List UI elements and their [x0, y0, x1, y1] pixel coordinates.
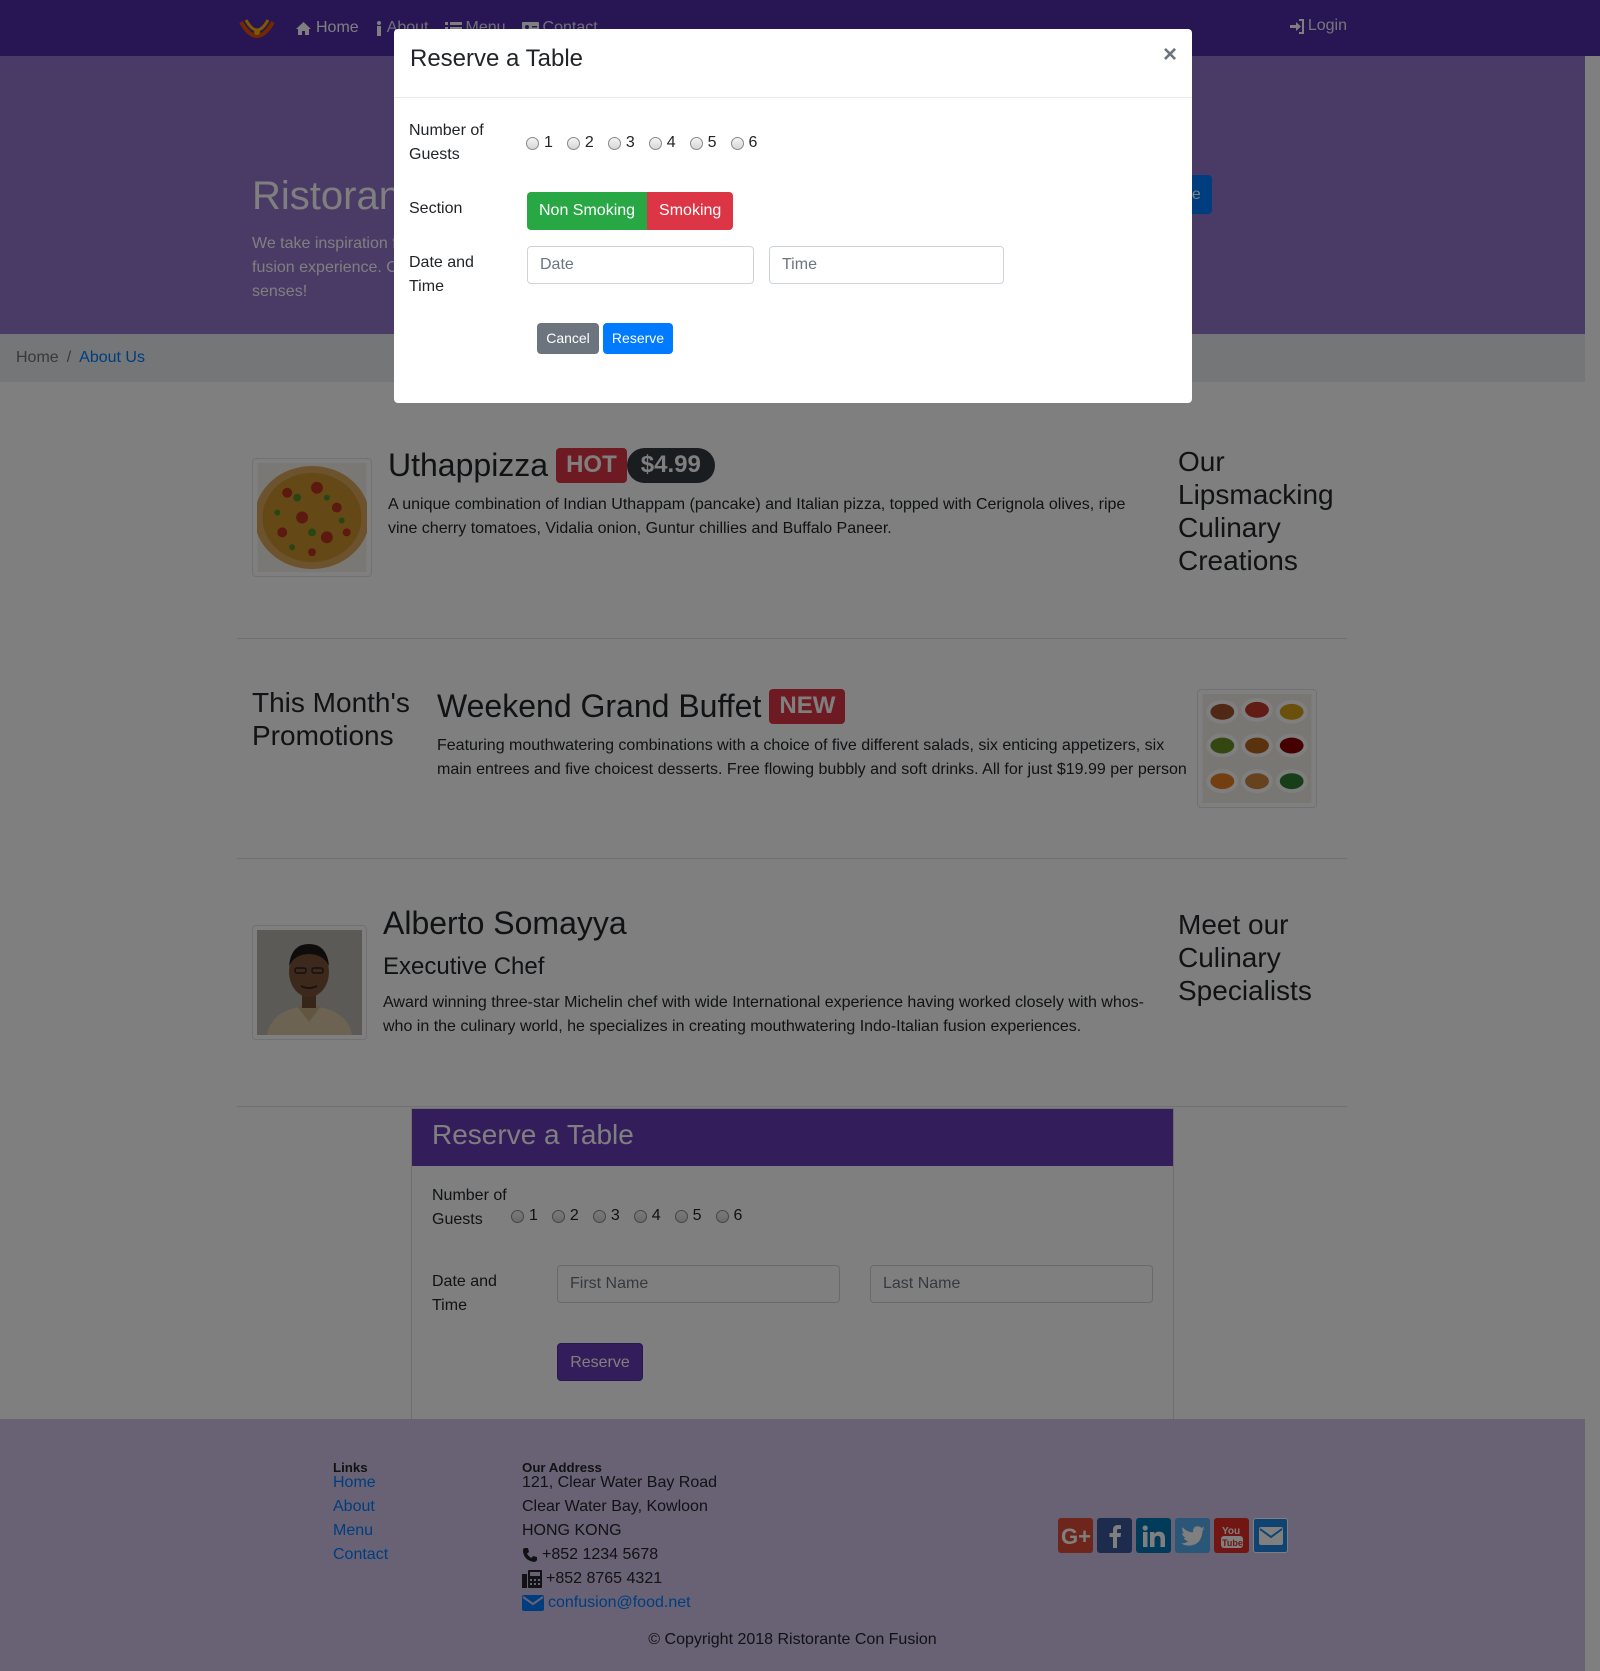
time-input[interactable]: Time	[769, 246, 1004, 284]
date-input[interactable]: Date	[527, 246, 754, 284]
modal-title: Reserve a Table	[410, 45, 583, 72]
modal-guest-option: 2	[584, 134, 594, 151]
modal-section-label: Section	[409, 200, 463, 217]
radio-button[interactable]	[730, 136, 744, 150]
radio-button[interactable]	[526, 136, 539, 150]
cancel-button[interactable]: Cancel	[537, 323, 599, 354]
smoking-button[interactable]: Smoking	[647, 192, 734, 230]
reserve-modal: Reserve a Table × Number of Guests 1 2 3…	[394, 29, 1192, 403]
modal-guest-radio-1[interactable]: 1	[526, 134, 553, 152]
modal-guest-radio-5[interactable]: 5	[689, 134, 717, 152]
non-smoking-button[interactable]: Non Smoking	[527, 192, 648, 230]
radio-button[interactable]	[607, 136, 621, 150]
modal-guest-option: 5	[707, 134, 717, 151]
modal-guest-radio-3[interactable]: 3	[607, 134, 635, 152]
modal-guest-option: 1	[544, 134, 553, 151]
modal-guest-radio-4[interactable]: 4	[648, 134, 676, 152]
radio-button[interactable]	[566, 136, 580, 150]
modal-guests-label: Number of Guests	[409, 122, 484, 163]
radio-button[interactable]	[689, 136, 703, 150]
modal-reserve-button[interactable]: Reserve	[603, 323, 673, 354]
radio-button[interactable]	[648, 136, 662, 150]
modal-header: Reserve a Table ×	[394, 29, 1192, 98]
modal-guests-radio-group: 1 2 3 4 5 6	[526, 134, 757, 152]
close-icon[interactable]: ×	[1163, 41, 1177, 69]
section-toggle-group: Non Smoking Smoking	[527, 192, 734, 230]
modal-datetime-label: Date and Time	[409, 254, 474, 295]
modal-guest-option: 4	[666, 134, 676, 151]
modal-guest-option: 3	[625, 134, 635, 151]
modal-guest-radio-6[interactable]: 6	[730, 134, 758, 152]
modal-guest-option: 6	[748, 134, 758, 151]
modal-guest-radio-2[interactable]: 2	[566, 134, 594, 152]
